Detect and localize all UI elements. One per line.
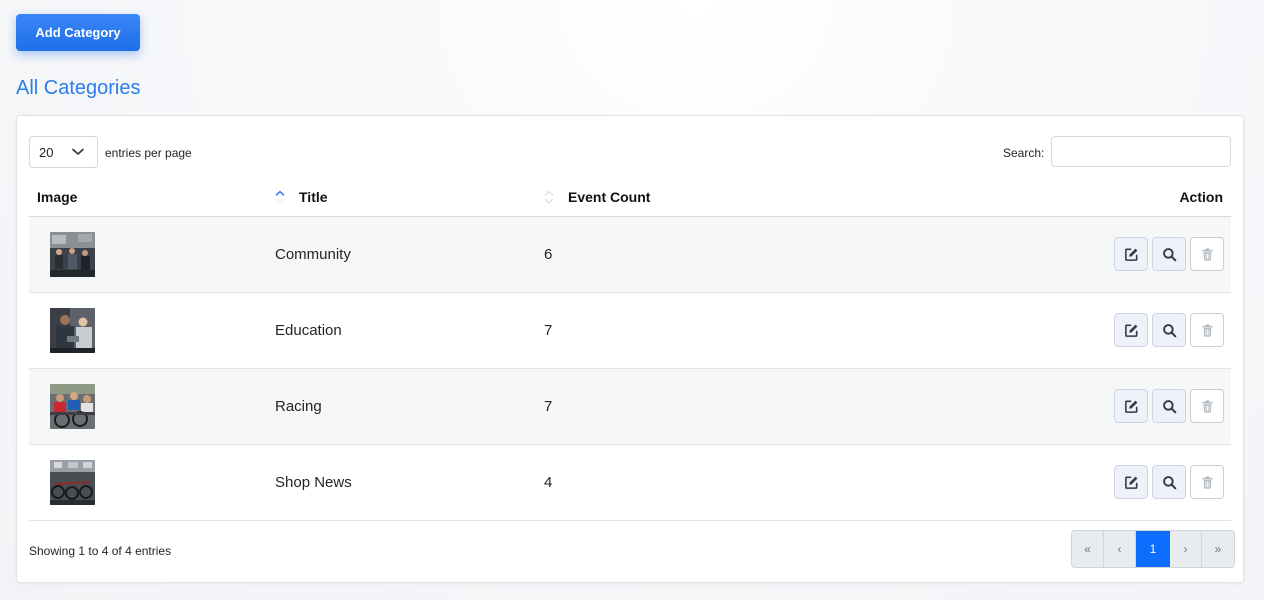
cell-event-count: 4 [544,444,944,521]
showing-entries-text: Showing 1 to 4 of 4 entries [29,544,172,558]
edit-button[interactable] [1114,313,1148,347]
trash-icon [1201,323,1213,337]
entries-per-page-value: 20 [39,144,54,160]
cell-action [944,292,1231,369]
column-header-title[interactable]: Title [275,179,544,217]
edit-button[interactable] [1114,389,1148,423]
pagination: « ‹ 1 › » [1071,530,1235,568]
pagination-next-button[interactable]: › [1170,531,1202,567]
entries-per-page-select[interactable]: 20 [29,136,98,168]
cell-title: Shop News [275,444,544,521]
cell-image [29,444,275,521]
cell-image [29,216,275,293]
category-thumbnail [50,383,95,429]
cell-action [944,368,1231,445]
cell-event-count: 6 [544,216,944,293]
view-button[interactable] [1152,465,1186,499]
sort-icon [544,191,554,204]
view-button[interactable] [1152,313,1186,347]
column-header-action: Action [944,179,1231,217]
category-thumbnail [50,231,95,277]
category-thumbnail [50,307,95,353]
cell-action [944,216,1231,293]
cell-title: Education [275,292,544,369]
table-header-row: Image Title Event Count Action [29,179,1231,217]
search-input[interactable] [1051,136,1231,167]
trash-icon [1201,475,1213,489]
search-icon [1162,399,1176,413]
cell-action [944,444,1231,521]
column-header-image: Image [29,179,275,217]
column-header-title-label: Title [299,189,328,206]
trash-icon [1201,247,1213,261]
column-header-event-count-label: Event Count [568,189,651,206]
edit-button[interactable] [1114,465,1148,499]
pagination-prev-button[interactable]: ‹ [1104,531,1136,567]
cell-event-count: 7 [544,292,944,369]
delete-button[interactable] [1190,237,1224,271]
cell-title: Racing [275,368,544,445]
view-button[interactable] [1152,389,1186,423]
search-icon [1162,247,1176,261]
table-row: Community 6 [29,216,1231,293]
category-thumbnail [50,459,95,505]
edit-icon [1124,476,1137,489]
categories-card: 20 entries per page Search: Image Title [16,115,1244,583]
edit-button[interactable] [1114,237,1148,271]
pagination-first-button[interactable]: « [1072,531,1104,567]
search-label: Search: [1003,146,1045,160]
add-category-button[interactable]: Add Category [16,14,140,51]
column-header-event-count[interactable]: Event Count [544,179,944,217]
delete-button[interactable] [1190,313,1224,347]
categories-table: Image Title Event Count Action Community… [29,179,1231,521]
edit-icon [1124,400,1137,413]
table-row: Education 7 [29,292,1231,369]
pagination-last-button[interactable]: » [1202,531,1234,567]
cell-image [29,292,275,369]
table-row: Racing 7 [29,368,1231,445]
view-button[interactable] [1152,237,1186,271]
edit-icon [1124,324,1137,337]
cell-title: Community [275,216,544,293]
search-icon [1162,475,1176,489]
column-header-action-label: Action [1179,189,1223,206]
delete-button[interactable] [1190,465,1224,499]
chevron-down-icon [72,148,84,155]
cell-event-count: 7 [544,368,944,445]
edit-icon [1124,248,1137,261]
table-row: Shop News 4 [29,444,1231,521]
sort-ascending-icon [275,191,285,204]
trash-icon [1201,399,1213,413]
cell-image [29,368,275,445]
page-title: All Categories [16,77,141,99]
entries-per-page-label: entries per page [105,146,192,160]
pagination-page-1-button[interactable]: 1 [1136,531,1170,567]
delete-button[interactable] [1190,389,1224,423]
search-icon [1162,323,1176,337]
column-header-image-label: Image [37,189,78,206]
